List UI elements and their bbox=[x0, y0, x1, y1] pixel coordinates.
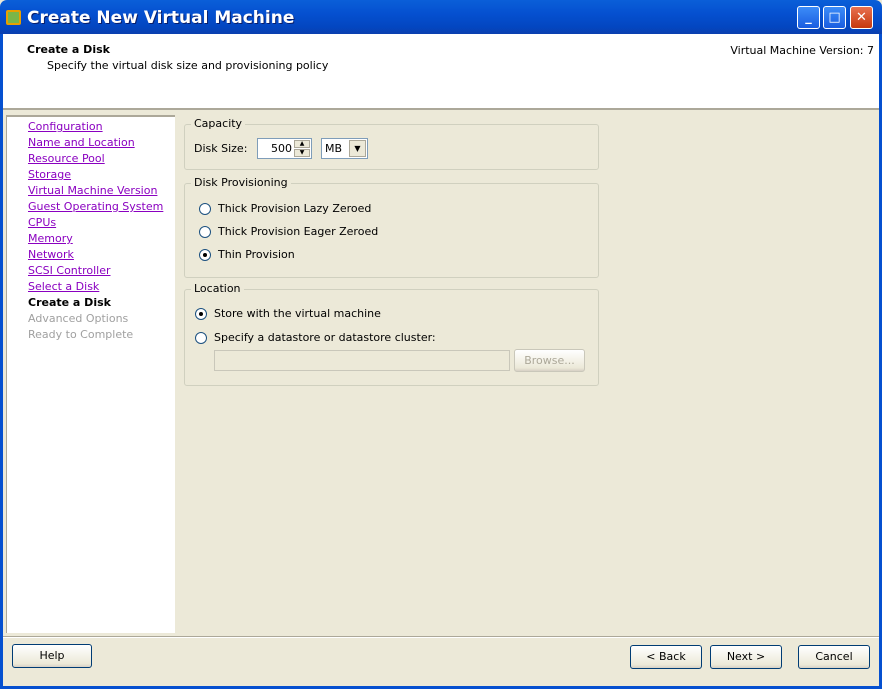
vsphere-app-icon bbox=[6, 10, 21, 25]
radio-button[interactable] bbox=[199, 248, 211, 261]
nav-step-name-and-location[interactable]: Name and Location bbox=[28, 136, 135, 149]
capacity-group: Capacity Disk Size: 500 ▲ ▼ MB ▼ bbox=[184, 117, 599, 170]
unit-value: MB bbox=[325, 142, 343, 155]
nav-step-ready-to-complete: Ready to Complete bbox=[28, 328, 134, 341]
window-title: Create New Virtual Machine bbox=[27, 8, 295, 28]
radio-button[interactable] bbox=[199, 202, 211, 215]
increment-button[interactable]: ▲ bbox=[294, 140, 310, 148]
location-option-radio[interactable]: Store with the virtual machine bbox=[195, 307, 381, 320]
nav-step-network[interactable]: Network bbox=[28, 248, 74, 261]
nav-step-select-a-disk[interactable]: Select a Disk bbox=[28, 280, 99, 293]
radio-label: Specify a datastore or datastore cluster… bbox=[214, 331, 436, 344]
title-bar[interactable]: Create New Virtual Machine _ □ ✕ bbox=[0, 0, 882, 34]
nav-step-cpus[interactable]: CPUs bbox=[28, 216, 56, 229]
chevron-down-icon[interactable]: ▼ bbox=[349, 140, 366, 157]
footer-separator bbox=[3, 636, 879, 638]
location-option-radio[interactable]: Specify a datastore or datastore cluster… bbox=[195, 331, 436, 344]
nav-step-virtual-machine-version[interactable]: Virtual Machine Version bbox=[28, 184, 157, 197]
unit-select[interactable]: MB ▼ bbox=[321, 138, 368, 159]
nav-step-guest-operating-system[interactable]: Guest Operating System bbox=[28, 200, 163, 213]
help-button[interactable]: Help bbox=[12, 644, 92, 668]
disk-size-input[interactable]: 500 bbox=[271, 142, 292, 155]
nav-step-resource-pool[interactable]: Resource Pool bbox=[28, 152, 105, 165]
back-button[interactable]: < Back bbox=[630, 645, 702, 669]
wizard-header: Create a Disk Specify the virtual disk s… bbox=[3, 34, 879, 110]
vm-version: Virtual Machine Version: 7 bbox=[730, 44, 874, 57]
disk-size-label: Disk Size: bbox=[194, 142, 248, 155]
close-button[interactable]: ✕ bbox=[850, 6, 873, 29]
location-group: Location Store with the virtual machine S… bbox=[184, 282, 599, 386]
maximize-button[interactable]: □ bbox=[823, 6, 846, 29]
provisioning-option-radio[interactable]: Thick Provision Eager Zeroed bbox=[199, 225, 378, 238]
page-subtitle: Specify the virtual disk size and provis… bbox=[47, 59, 329, 72]
radio-label: Thin Provision bbox=[218, 248, 295, 261]
nav-step-memory[interactable]: Memory bbox=[28, 232, 73, 245]
nav-step-advanced-options: Advanced Options bbox=[28, 312, 129, 325]
nav-step-storage[interactable]: Storage bbox=[28, 168, 71, 181]
radio-button[interactable] bbox=[195, 307, 207, 320]
nav-step-configuration[interactable]: Configuration bbox=[28, 120, 103, 133]
radio-button[interactable] bbox=[195, 331, 207, 344]
capacity-legend: Capacity bbox=[191, 117, 246, 130]
decrement-button[interactable]: ▼ bbox=[294, 149, 310, 157]
provisioning-option-radio[interactable]: Thick Provision Lazy Zeroed bbox=[199, 202, 371, 215]
minimize-button[interactable]: _ bbox=[797, 6, 820, 29]
radio-label: Thick Provision Lazy Zeroed bbox=[218, 202, 372, 215]
page-title: Create a Disk bbox=[27, 43, 110, 56]
cancel-button[interactable]: Cancel bbox=[798, 645, 870, 669]
wizard-steps-nav: Configuration Name and Location Resource P… bbox=[6, 115, 175, 633]
provisioning-legend: Disk Provisioning bbox=[191, 176, 291, 189]
nav-step-create-a-disk: Create a Disk bbox=[28, 296, 111, 309]
location-legend: Location bbox=[191, 282, 244, 295]
disk-size-stepper[interactable]: 500 ▲ ▼ bbox=[257, 138, 312, 159]
datastore-input[interactable] bbox=[214, 350, 510, 371]
radio-label: Thick Provision Eager Zeroed bbox=[218, 225, 379, 238]
disk-provisioning-group: Disk Provisioning Thick Provision Lazy Z… bbox=[184, 176, 599, 278]
next-button[interactable]: Next > bbox=[710, 645, 782, 669]
radio-button[interactable] bbox=[199, 225, 211, 238]
browse-button[interactable]: Browse... bbox=[514, 349, 585, 372]
radio-label: Store with the virtual machine bbox=[214, 307, 381, 320]
nav-step-scsi-controller[interactable]: SCSI Controller bbox=[28, 264, 111, 277]
provisioning-option-radio[interactable]: Thin Provision bbox=[199, 248, 295, 261]
